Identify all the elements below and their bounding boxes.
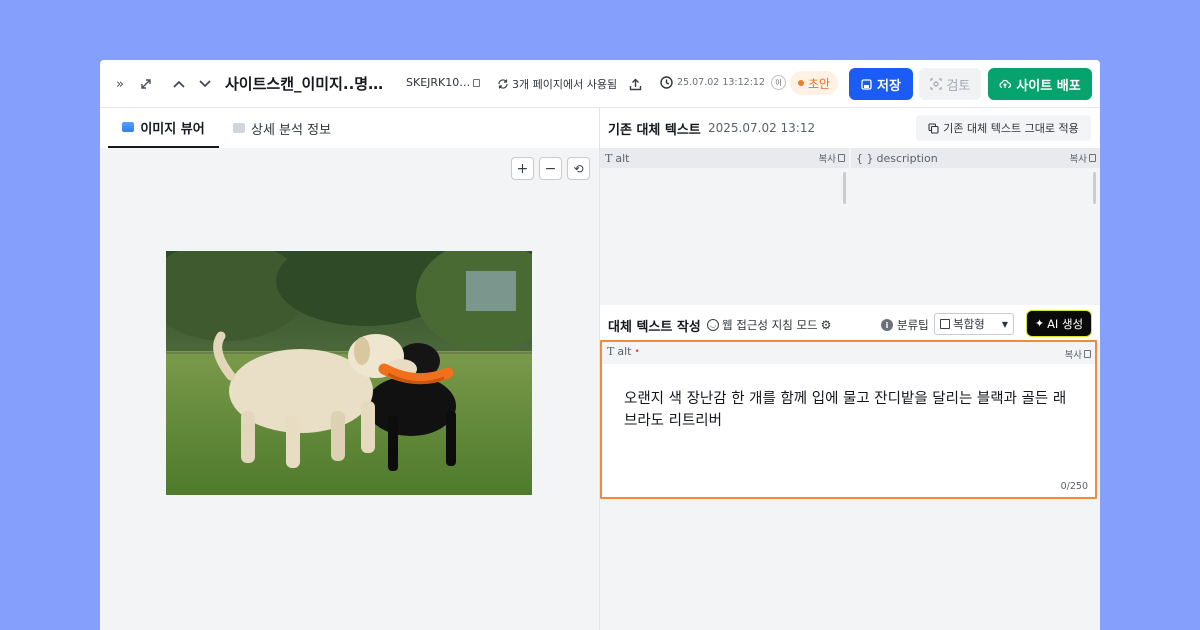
layout-icon [940,319,950,329]
classify-label: 분류팁 [897,318,929,332]
settings-icon[interactable]: ⚙ [821,318,832,332]
document-code-text: SKEJRK10… [406,76,471,89]
type-select-value: 복합형 [953,317,985,331]
existing-alt-date: 2025.07.02 13:12 [708,121,816,135]
type-select[interactable]: 복합형 ▼ [934,313,1014,335]
review-label: 검토 [946,78,971,94]
tab-label: 상세 분석 정보 [251,122,332,138]
history-info[interactable]: 25.07.02 13:12:12 이 [659,75,786,90]
copy-icon [1084,350,1091,358]
document-title: 사이트스캔_이미지..명… [225,75,384,93]
copy-label: 복사 [818,154,836,165]
classify-tip[interactable]: i 분류팁 [881,317,929,333]
save-label: 저장 [877,78,901,94]
save-icon [861,78,872,90]
top-toolbar: » 사이트스캔_이미지..명… SKEJRK10… 3개 페이지에서 사용됨 2… [100,60,1100,108]
reset-zoom-button[interactable]: ⟲ [567,157,590,180]
zoom-in-button[interactable]: + [511,157,534,180]
field-header: T alt 복사 [600,148,849,168]
scrollbar[interactable] [1093,172,1096,204]
chevron-down-icon[interactable] [193,72,217,96]
usage-text: 3개 페이지에서 사용됨 [512,78,618,91]
expand-icon[interactable] [134,72,158,96]
status-badge: 초안 [790,71,839,95]
scrollbar[interactable] [843,172,846,204]
existing-alt-value[interactable] [606,172,836,252]
tab-analysis-info[interactable]: 상세 분석 정보 [233,108,331,148]
code-braces-icon: { } [856,151,874,165]
caret-down-icon: ▼ [1001,319,1008,329]
copy-label: 복사 [1064,350,1082,361]
tab-label: 이미지 뷰어 [140,121,205,137]
field-label: { } description [856,152,938,165]
required-dot: • [634,346,640,357]
accessibility-icon: ◡ [707,319,719,331]
document-code[interactable]: SKEJRK10… [406,76,481,89]
text-type-icon: T [607,345,615,358]
deploy-button[interactable]: 사이트 배포 [988,68,1092,100]
zoom-out-button[interactable]: − [539,157,562,180]
analysis-icon [233,123,245,133]
alt-edit-field: T alt • 복사 오랜지 색 장난감 한 개를 함께 입에 물고 잔디밭을 … [600,340,1097,499]
existing-alt-title: 기존 대체 텍스트 [608,122,701,138]
apply-existing-button[interactable]: 기존 대체 텍스트 그대로 적용 [916,115,1091,141]
apply-existing-label: 기존 대체 텍스트 그대로 적용 [943,122,1079,135]
copy-icon [1089,154,1096,162]
status-text: 초안 [808,76,831,91]
review-icon [929,78,942,90]
compose-header: 대체 텍스트 작성 ◡ 웹 접근성 지침 모드 ⚙ i 분류팁 복합형 ▼ ✦ … [600,305,1100,343]
alt-text-panel: 기존 대체 텍스트 2025.07.02 13:12 기존 대체 텍스트 그대로… [600,108,1100,630]
image-tabs: 이미지 뷰어 상세 분석 정보 [100,108,599,148]
field-header: T alt • 복사 [602,342,1095,364]
editor-window: » 사이트스캔_이미지..명… SKEJRK10… 3개 페이지에서 사용됨 2… [100,60,1100,630]
accessibility-mode-toggle[interactable]: ◡ 웹 접근성 지침 모드 ⚙ [707,317,831,333]
cloud-upload-icon [999,79,1012,89]
text-type-icon: T [605,151,613,165]
image-icon [122,122,135,132]
existing-description-field: { } description 복사 [851,148,1100,303]
history-icon [660,76,673,89]
copy-button[interactable]: 복사 [819,151,845,165]
copy-apply-icon [928,122,939,134]
copy-icon[interactable] [473,78,481,87]
sync-icon [498,79,508,89]
field-label-text: description [876,151,938,165]
mode-label: 웹 접근성 지침 모드 [722,318,818,332]
copy-label: 복사 [1069,154,1087,165]
collapse-panel-icon[interactable]: » [108,72,132,96]
dog-photo [166,251,532,495]
field-label: T alt [605,152,629,165]
deploy-label: 사이트 배포 [1016,78,1081,94]
ai-generate-label: AI 생성 [1047,316,1084,331]
copy-button[interactable]: 복사 [1065,347,1091,361]
field-label-text: alt [615,151,630,165]
share-icon[interactable] [623,72,647,96]
copy-icon [838,154,845,162]
chevron-up-icon[interactable] [167,72,191,96]
existing-alt-header: 기존 대체 텍스트 2025.07.02 13:12 기존 대체 텍스트 그대로… [600,108,1100,148]
user-avatar: 이 [771,75,786,90]
compose-title: 대체 텍스트 작성 [608,320,701,335]
field-header: { } description 복사 [851,148,1100,168]
status-dot [798,80,804,86]
field-label: T alt • [607,345,640,358]
timestamp: 25.07.02 13:12:12 [677,77,765,88]
copy-button[interactable]: 복사 [1070,151,1096,165]
usage-info[interactable]: 3개 페이지에서 사용됨 [497,76,617,92]
field-label-text: alt [617,345,632,358]
sparkle-icon: ✦ [1034,317,1045,330]
char-counter: 0/250 [1060,481,1088,492]
tab-image-viewer[interactable]: 이미지 뷰어 [108,108,219,148]
existing-alt-field: T alt 복사 [600,148,849,303]
save-button[interactable]: 저장 [849,68,913,100]
existing-description-value[interactable] [857,172,1087,252]
alt-text-input[interactable]: 오랜지 색 장난감 한 개를 함께 입에 물고 잔디밭을 달리는 블랙과 골든 … [624,388,1076,458]
info-icon: i [881,319,893,331]
ai-generate-button[interactable]: ✦ AI 생성 [1026,310,1092,337]
image-panel: 이미지 뷰어 상세 분석 정보 + − ⟲ [100,108,599,630]
review-button[interactable]: 검토 [919,68,981,100]
